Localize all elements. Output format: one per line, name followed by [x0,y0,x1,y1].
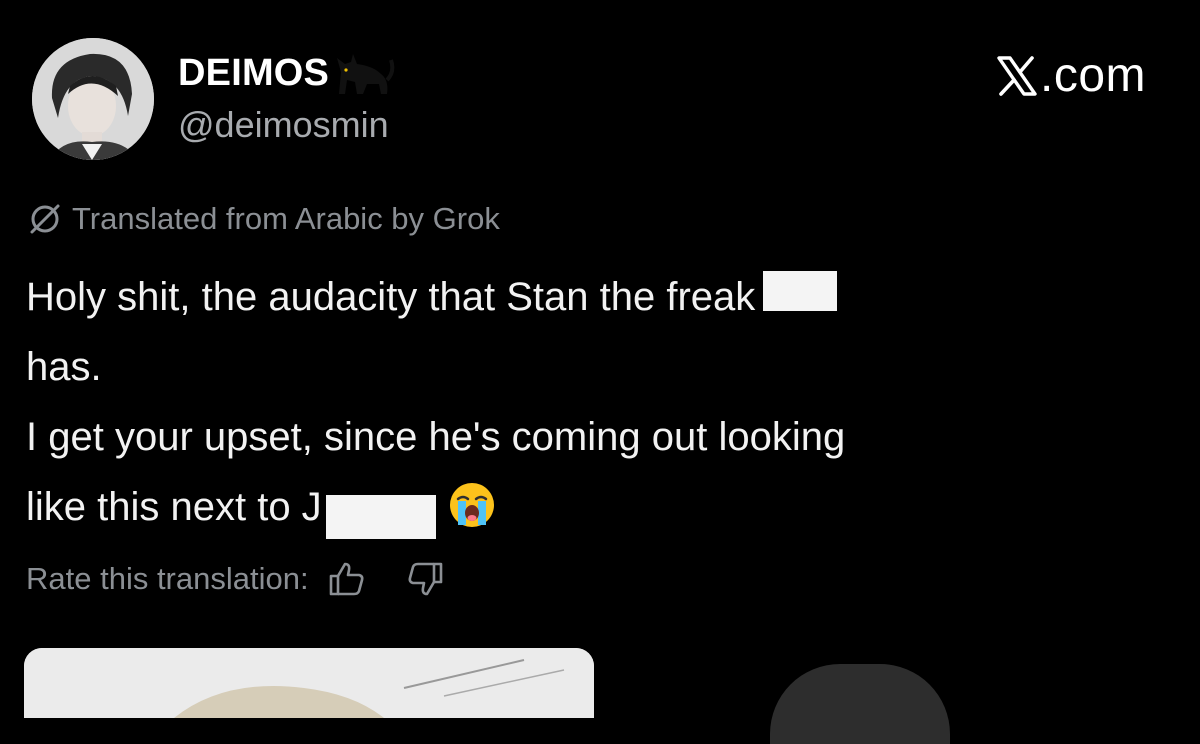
translation-notice[interactable]: Translated from Arabic by Grok [26,200,500,238]
loudly-crying-face-icon [449,483,494,528]
brand-watermark: .com [996,48,1146,103]
tweet-line-2: has. [26,345,102,389]
x-logo-icon [997,55,1037,96]
author-handle[interactable]: @deimosmin [178,104,389,146]
brand-suffix: .com [1039,49,1146,102]
tweet-line-1-text: Holy shit, the audacity that Stan the fr… [26,275,756,319]
redaction-box [763,271,838,312]
cat-icon [337,54,395,94]
media-image-right[interactable] [770,664,950,744]
rate-label: Rate this translation: [26,561,309,596]
display-name-text: DEIMOS [178,51,330,94]
tweet-line-3: I get your upset, since he's coming out … [26,415,846,459]
avatar-photo [32,38,154,160]
redaction-box [325,495,436,540]
translation-label: Translated from Arabic by Grok [72,201,500,236]
avatar[interactable] [32,38,154,160]
thumbs-up-icon[interactable] [327,560,365,598]
globe-off-icon [30,204,60,234]
thumbs-down-icon[interactable] [407,560,445,598]
tweet-line-1: Holy shit, the audacity that Stan the fr… [26,262,1126,332]
rate-translation: Rate this translation: [26,560,445,598]
author-display-name[interactable]: DEIMOS [178,50,395,96]
media-image-left[interactable] [24,648,594,718]
tweet-line-4-text: like this next to J [26,485,322,529]
tweet-line-4: like this next to J [26,472,1126,542]
tweet-text: Holy shit, the audacity that Stan the fr… [26,262,1126,542]
media-photo-left [24,648,594,718]
